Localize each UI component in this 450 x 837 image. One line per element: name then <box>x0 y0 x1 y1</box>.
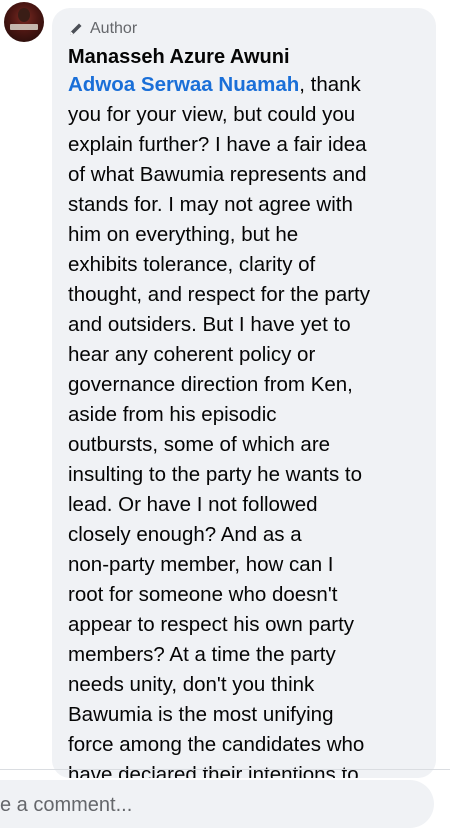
avatar[interactable] <box>4 2 44 42</box>
comment-text-line: explain further? I have a fair idea <box>68 133 367 156</box>
comment-text-line: non-party member, how can I <box>68 553 334 576</box>
comment-text-line: Bawumia is the most unifying <box>68 703 334 726</box>
pencil-icon <box>70 23 82 35</box>
avatar-banner <box>10 24 38 30</box>
author-badge-label: Author <box>90 20 138 37</box>
comment-body: Adwoa Serwaa Nuamah, thank you for your … <box>68 70 428 778</box>
comment-thread: Author Manasseh Azure Awuni Adwoa Serwaa… <box>0 0 450 837</box>
comment-text-line: members? At a time the party <box>68 643 336 666</box>
comment-text-line: hear any coherent policy or <box>68 343 316 366</box>
comment-bubble: Author Manasseh Azure Awuni Adwoa Serwaa… <box>52 8 436 778</box>
comment-text-line: needs unity, don't you think <box>68 673 315 696</box>
comment-text-line: force among the candidates who <box>68 733 365 756</box>
comment-text-line: exhibits tolerance, clarity of <box>68 253 316 276</box>
mention-link[interactable]: Adwoa Serwaa Nuamah <box>68 73 299 96</box>
comment-text-line: closely enough? And as a <box>68 523 302 546</box>
comment-text-line: root for someone who doesn't <box>68 583 338 606</box>
comment-text-line: appear to respect his own party <box>68 613 355 636</box>
avatar-face <box>18 8 30 22</box>
comment-input-placeholder: e a comment... <box>0 794 133 816</box>
author-badge: Author <box>68 20 137 38</box>
comment-text-line: lead. Or have I not followed <box>68 493 318 516</box>
comment-text-line: outbursts, some of which are <box>68 433 331 456</box>
comment-text-line: you for your view, but could you <box>68 103 356 126</box>
comment-text-line: aside from his episodic <box>68 403 277 426</box>
comment-text-line: , thank <box>299 73 361 96</box>
comment-text-line: him on everything, but he <box>68 223 299 246</box>
comment-text-line: thought, and respect for the party <box>68 283 370 306</box>
comment-text-line: insulting to the party he wants to <box>68 463 363 486</box>
comment-text-line: stands for. I may not agree with <box>68 193 353 216</box>
comment-text-line: governance direction from Ken, <box>68 373 353 396</box>
comment-text-line: of what Bawumia represents and <box>68 163 367 186</box>
comment-author-name[interactable]: Manasseh Azure Awuni <box>68 44 290 70</box>
composer-divider <box>0 769 450 770</box>
comment-text-line: have declared their intentions to <box>68 763 359 778</box>
comment-text-line: and outsiders. But I have yet to <box>68 313 351 336</box>
